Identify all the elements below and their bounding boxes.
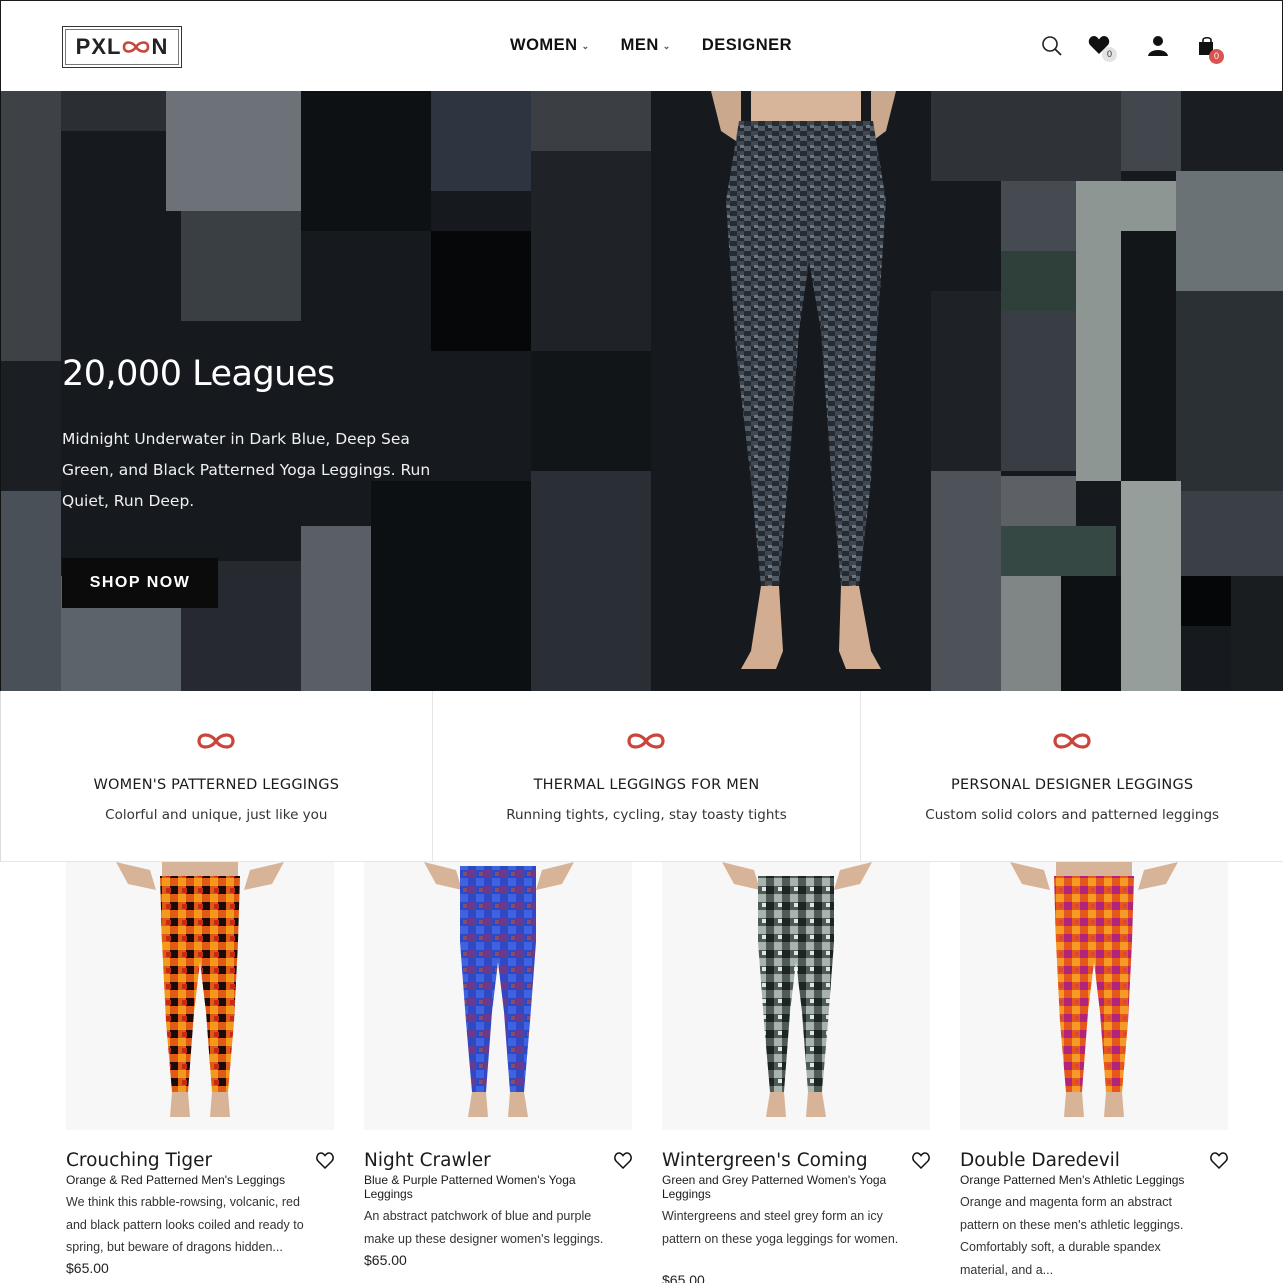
nav-men-label: MEN — [620, 36, 659, 54]
product-image[interactable] — [662, 862, 930, 1130]
feature-subtitle: Colorful and unique, just like you — [105, 807, 328, 823]
hero-bg-block — [181, 211, 301, 321]
hero-bg-block — [1181, 91, 1283, 171]
chevron-down-icon: ⌄ — [662, 41, 671, 51]
chevron-down-icon: ⌄ — [581, 41, 590, 51]
shop-now-button[interactable]: SHOP NOW — [62, 558, 218, 608]
product-grid: Crouching Tiger Orange & Red Patterned M… — [0, 862, 1283, 1283]
product-subtitle: Orange & Red Patterned Men's Leggings — [66, 1173, 286, 1187]
hero-bg-block — [301, 91, 431, 231]
infinity-icon — [197, 733, 235, 749]
feature-strip: WOMEN'S PATTERNED LEGGINGS Colorful and … — [0, 691, 1283, 862]
hero-bg-block — [1001, 181, 1076, 251]
site-logo[interactable]: PXL N — [62, 26, 182, 68]
hero-bg-block — [1176, 171, 1283, 291]
hero-bg-block — [301, 526, 371, 691]
hero-bg-block — [1181, 491, 1283, 576]
nav-men[interactable]: MEN ⌄ — [621, 36, 671, 55]
infinity-icon — [1053, 733, 1091, 749]
product-subtitle: Blue & Purple Patterned Women's Yoga Leg… — [364, 1173, 576, 1201]
hero-bg-block — [1061, 576, 1121, 691]
nav-women-label: WOMEN — [510, 36, 578, 54]
hero-bg-block — [931, 291, 1001, 471]
hero-bg-block — [1121, 231, 1176, 481]
product-description: An abstract patchwork of blue and purple… — [364, 1209, 604, 1246]
wishlist-count-badge: 0 — [1102, 47, 1117, 62]
hero-bg-block — [531, 351, 651, 471]
product-image[interactable] — [364, 862, 632, 1130]
product-subtitle: Orange Patterned Men's Athletic Leggings — [960, 1173, 1185, 1187]
cart-count-badge: 0 — [1209, 49, 1224, 64]
wishlist-heart-icon[interactable]: 0 — [1088, 35, 1117, 62]
hero-bg-block — [166, 91, 301, 211]
logo-infinity-icon — [123, 41, 150, 53]
hero-bg-block — [1121, 91, 1181, 171]
feature-womens[interactable]: WOMEN'S PATTERNED LEGGINGS Colorful and … — [1, 691, 432, 862]
nav-women[interactable]: WOMEN ⌄ — [510, 36, 590, 55]
cart-bag-icon[interactable]: 0 — [1197, 35, 1224, 64]
feature-title: THERMAL LEGGINGS FOR MEN — [533, 777, 760, 793]
hero-bg-block — [531, 151, 651, 351]
product-name[interactable]: Night Crawler — [364, 1150, 491, 1171]
product-description: Orange and magenta form an abstract patt… — [960, 1195, 1184, 1277]
hero-bg-block — [1231, 576, 1283, 691]
product-image[interactable] — [960, 862, 1228, 1130]
product-name[interactable]: Double Daredevil — [960, 1150, 1120, 1171]
product-description: We think this rabble-rowsing, volcanic, … — [66, 1195, 304, 1254]
hero-bg-block — [1181, 576, 1231, 626]
feature-subtitle: Custom solid colors and patterned leggin… — [925, 807, 1220, 823]
hero-model-image — [711, 91, 896, 669]
hero-description: Midnight Underwater in Dark Blue, Deep S… — [62, 430, 431, 510]
heart-outline-icon[interactable] — [316, 1152, 334, 1170]
feature-designer[interactable]: PERSONAL DESIGNER LEGGINGS Custom solid … — [860, 691, 1283, 862]
hero-bg-block — [1001, 476, 1076, 526]
hero-bg-block — [1001, 526, 1116, 576]
feature-subtitle: Running tights, cycling, stay toasty tig… — [506, 807, 787, 823]
infinity-icon — [627, 733, 666, 749]
product-price: $65.00 — [66, 1260, 109, 1276]
hero-bg-block — [531, 471, 651, 691]
product-subtitle: Green and Grey Patterned Women's Yoga Le… — [662, 1173, 887, 1201]
logo-text: PXL N — [75, 34, 169, 59]
hero-bg-block — [431, 91, 531, 191]
nav-designer[interactable]: DESIGNER — [702, 36, 792, 55]
product-name[interactable]: Crouching Tiger — [66, 1150, 212, 1171]
heart-outline-icon[interactable] — [912, 1152, 930, 1170]
product-description: Wintergreens and steel grey form an icy … — [662, 1209, 899, 1246]
product-image[interactable] — [66, 862, 334, 1130]
hero-bg-block — [931, 91, 1121, 181]
hero-bg-block — [1176, 291, 1283, 491]
main-nav: WOMEN ⌄ MEN ⌄ DESIGNER — [510, 36, 792, 55]
hero-bg-block — [1, 491, 61, 691]
product-price: $65.00 — [364, 1252, 407, 1268]
search-icon[interactable] — [1041, 35, 1065, 59]
hero-bg-block — [1, 91, 61, 361]
hero-bg-block — [1121, 481, 1181, 691]
hero-bg-block — [531, 91, 651, 151]
hero-slider: 20,000 Leagues Midnight Underwater in Da… — [0, 91, 1283, 691]
feature-title: PERSONAL DESIGNER LEGGINGS — [951, 777, 1194, 793]
user-icon[interactable] — [1147, 35, 1171, 59]
nav-designer-label: DESIGNER — [701, 36, 793, 54]
hero-bg-block — [931, 471, 1001, 691]
hero-bg-block — [61, 91, 166, 131]
hero-title: 20,000 Leagues — [62, 354, 335, 394]
hero-bg-block — [1001, 311, 1076, 471]
hero-bg-block — [1001, 576, 1061, 691]
product-price: $65.00 — [662, 1272, 705, 1283]
hero-bg-block — [1, 361, 61, 491]
heart-outline-icon[interactable] — [1210, 1152, 1228, 1170]
feature-title: WOMEN'S PATTERNED LEGGINGS — [93, 777, 340, 793]
site-header: PXL N WOMEN ⌄ MEN ⌄ DESIGNER 0 0 — [0, 0, 1283, 91]
feature-mens[interactable]: THERMAL LEGGINGS FOR MEN Running tights,… — [431, 691, 861, 862]
hero-bg-block — [1001, 251, 1076, 311]
product-name[interactable]: Wintergreen's Coming — [662, 1150, 868, 1171]
heart-outline-icon[interactable] — [614, 1152, 632, 1170]
hero-bg-block — [431, 231, 531, 351]
